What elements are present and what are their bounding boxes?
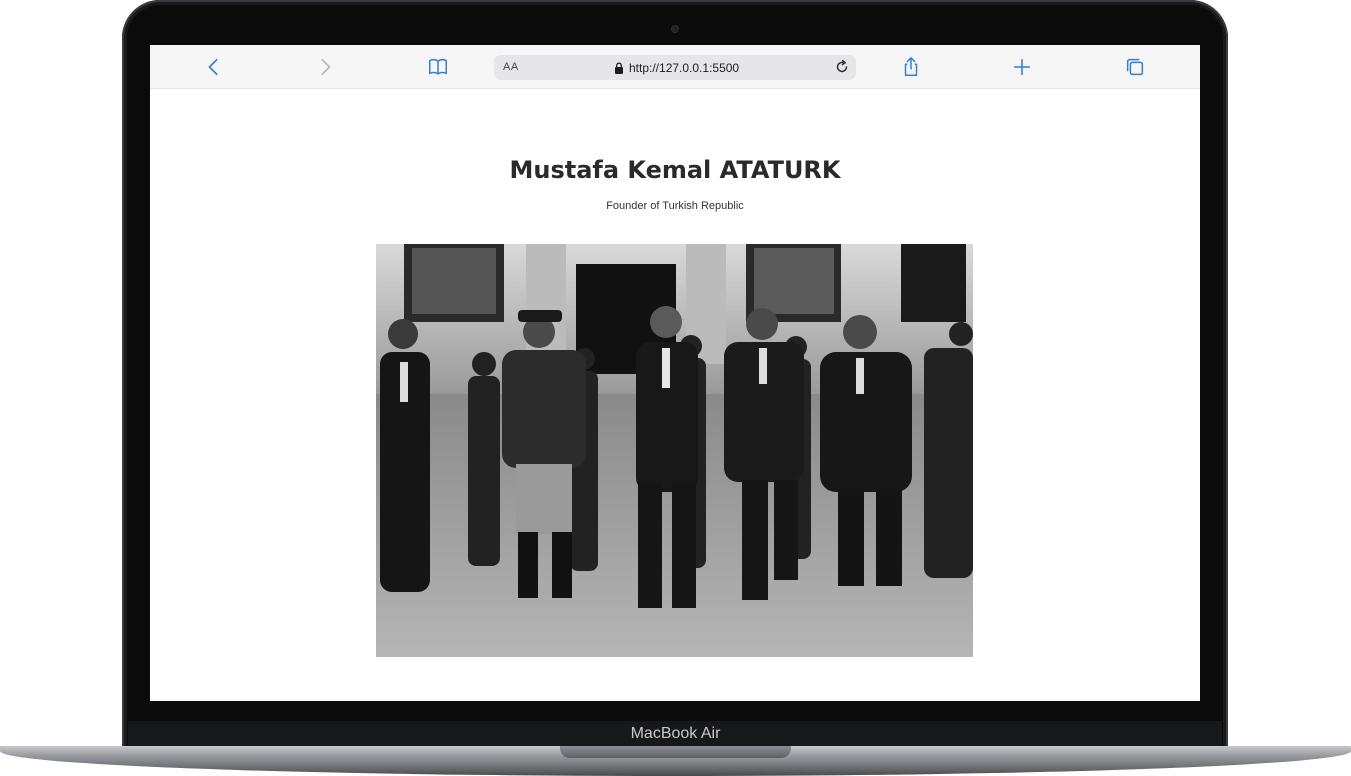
tabs-button[interactable] (1123, 55, 1147, 79)
new-tab-button[interactable] (1010, 55, 1034, 79)
lock-icon (615, 62, 623, 74)
device-model-label: MacBook Air (630, 725, 721, 742)
chevron-left-icon (208, 58, 218, 76)
share-button[interactable] (899, 55, 923, 79)
reload-icon[interactable] (834, 59, 850, 75)
chevron-right-icon (321, 58, 331, 76)
url-display[interactable]: http://127.0.0.1:5500 (614, 60, 739, 76)
bookmarks-button[interactable] (426, 55, 450, 79)
laptop-base-notch (560, 746, 791, 758)
historical-photo (376, 244, 973, 657)
browser-window: AA http://127.0.0.1:5500 Mustafa Kemal A… (150, 45, 1200, 701)
back-button[interactable] (202, 55, 226, 79)
page-subtitle: Founder of Turkish Republic (606, 200, 744, 212)
page-title: Mustafa Kemal ATATURK (509, 156, 841, 184)
share-icon (904, 57, 918, 76)
address-bar[interactable]: AA http://127.0.0.1:5500 (494, 55, 856, 80)
forward-button[interactable] (313, 55, 337, 79)
url-text: http://127.0.0.1:5500 (629, 61, 740, 75)
text-size-button[interactable]: AA (503, 61, 519, 73)
book-icon (429, 58, 447, 75)
photo-illustration (376, 244, 973, 657)
tabs-icon (1126, 58, 1144, 76)
web-page: Mustafa Kemal ATATURK Founder of Turkish… (150, 90, 1200, 701)
webcam (672, 26, 678, 32)
plus-icon (1013, 58, 1031, 76)
browser-toolbar: AA http://127.0.0.1:5500 (150, 45, 1200, 89)
